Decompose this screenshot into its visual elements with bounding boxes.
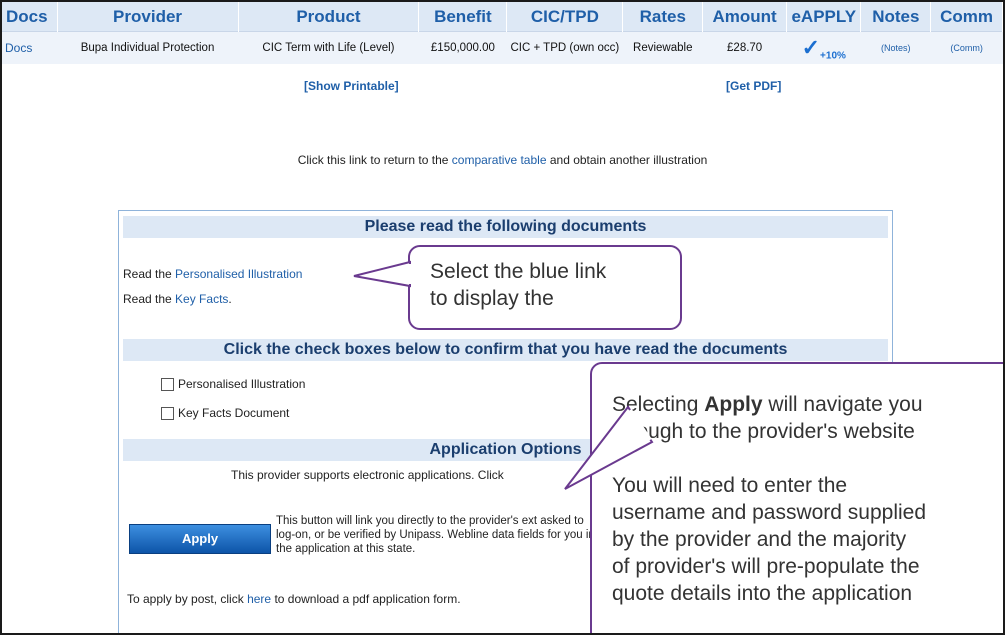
show-printable-link[interactable]: [Show Printable] [304,79,399,93]
callout2-line7: quote details into the application [612,582,913,605]
row-comm-link[interactable]: (Comm) [930,31,1003,64]
callout1-line1: Select the blue link [430,260,607,283]
notes-link[interactable]: (Notes) [881,43,911,53]
callout-blue-link: Select the blue link to display the [408,245,682,330]
row-provider: Bupa Individual Protection [57,31,238,64]
post-application-line: To apply by post, click here to download… [127,592,461,606]
header-eapply: eAPPLY [786,2,862,32]
eapply-percent: +10% [820,50,846,62]
post-suffix: to download a pdf application form. [274,592,461,606]
callout2-line2: through to the provider's website [612,420,915,443]
callout2-line5: by the provider and the majority [612,528,907,551]
row-rates: Reviewable [622,31,703,64]
callout1-line2: to display the [430,287,554,310]
read1-prefix: Read the [123,267,172,281]
comm-link[interactable]: (Comm) [950,43,983,53]
callout2-line1: Selecting Apply will navigate you [612,391,1003,418]
confirm-title: Click the check boxes below to confirm t… [123,339,888,361]
header-cictpd: CIC/TPD [506,2,624,32]
callout2-pre: Selecting [612,393,699,416]
callout-apply: Selecting Apply will navigate you throug… [590,362,1003,633]
read2-prefix: Read the [123,292,172,306]
callout2-gap [612,445,1003,472]
check-keyfacts[interactable]: Key Facts Document [161,406,289,420]
callout2-line4: username and password supplied [612,501,927,524]
callout2-line3: You will need to enter the [612,474,848,497]
header-docs: Docs [2,2,58,32]
header-amount: Amount [702,2,788,32]
comparative-table-link[interactable]: comparative table [452,153,547,167]
read-illustration-line: Read the Personalised Illustration [123,267,302,281]
options-text: This provider supports electronic applic… [231,468,504,482]
check-illustration[interactable]: Personalised Illustration [161,377,305,391]
read2-suffix: . [228,292,232,306]
header-comm: Comm [930,2,1003,32]
key-facts-link[interactable]: Key Facts [175,292,228,306]
here-link[interactable]: here [247,592,271,606]
callout2-rest: will navigate you [768,393,923,416]
check-keyfacts-label: Key Facts Document [178,406,290,420]
return-text-after: and obtain another illustration [549,153,708,167]
row-eapply[interactable]: ✓+10% [786,31,861,64]
row-docs-link[interactable]: Docs [2,31,58,64]
checkbox-keyfacts[interactable] [161,406,174,420]
check-icon[interactable]: ✓ [802,35,820,60]
table-row: Docs Bupa Individual Protection CIC Term… [2,31,1003,64]
screenshot-frame: Docs Provider Product Benefit CIC/TPD Ra… [0,0,1005,635]
header-rates: Rates [622,2,704,32]
callout2-line6: of provider's will pre-populate the [612,555,920,578]
apply-button[interactable]: Apply [129,524,271,554]
read-keyfacts-line: Read the Key Facts. [123,292,232,306]
callout2-bold: Apply [704,393,763,416]
header-amount-label: Amount [712,6,777,26]
row-cictpd: CIC + TPD (own occ) [506,31,623,64]
row-amount: £28.70 [702,31,787,64]
return-instruction: Click this link to return to the compara… [2,153,1003,167]
post-prefix: To apply by post, click [127,592,244,606]
row-notes-link[interactable]: (Notes) [860,31,931,64]
header-notes: Notes [860,2,932,32]
get-pdf-link[interactable]: [Get PDF] [726,79,781,93]
quote-table: Docs Provider Product Benefit CIC/TPD Ra… [2,2,1003,64]
header-eapply-label: eAPPLY [791,6,857,26]
row-product: CIC Term with Life (Level) [238,31,419,64]
row-benefit: £150,000.00 [418,31,507,64]
return-text-before: Click this link to return to the [297,153,449,167]
header-benefit: Benefit [418,2,508,32]
apply-description: This button will link you directly to th… [276,515,605,555]
documents-title: Please read the following documents [123,216,888,238]
personalised-illustration-link[interactable]: Personalised Illustration [175,267,302,281]
checkbox-illustration[interactable] [161,377,174,391]
table-header-row: Docs Provider Product Benefit CIC/TPD Ra… [2,2,1003,32]
check-illustration-label: Personalised Illustration [178,377,306,391]
header-provider: Provider [57,2,239,32]
header-product: Product [238,2,420,32]
